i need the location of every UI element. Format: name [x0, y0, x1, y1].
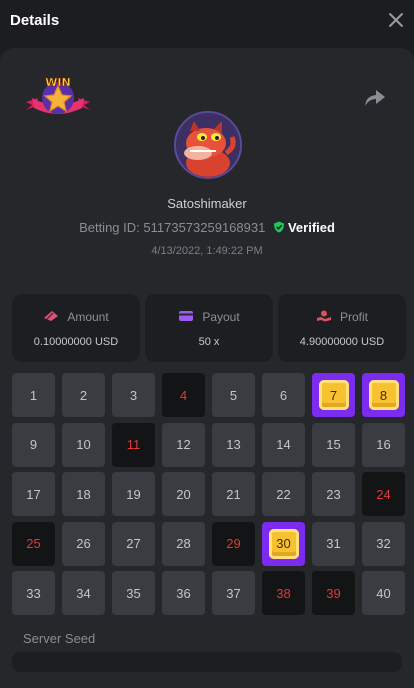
payout-icon [179, 311, 194, 321]
payout-card: Payout 50 x [145, 294, 273, 362]
grid-cell-14: 14 [262, 422, 305, 467]
grid-cell-21: 21 [212, 472, 255, 516]
grid-cell-12: 12 [162, 422, 205, 467]
grid-cell-32: 32 [362, 521, 405, 566]
verified-check-icon [273, 221, 284, 233]
share-icon[interactable] [364, 88, 386, 108]
profit-label: Profit [339, 310, 368, 324]
payout-value: 50 x [198, 336, 220, 348]
grid-cell-40: 40 [362, 571, 405, 615]
badge-text: WIN [45, 76, 70, 89]
grid-cell-18: 18 [62, 472, 105, 516]
grid-cell-24: 24 [362, 472, 405, 516]
grid-cell-9: 9 [12, 422, 55, 467]
grid-cell-37: 37 [212, 571, 255, 615]
grid-cell-26: 26 [62, 521, 105, 566]
profit-icon [316, 310, 331, 322]
grid-cell-13: 13 [212, 422, 255, 467]
betting-id: 51173573259168931 [143, 220, 266, 235]
profit-value: 4.90000000 USD [299, 336, 385, 348]
grid-cell-35: 35 [112, 571, 155, 615]
grid-cell-16: 16 [362, 422, 405, 467]
win-badge-icon: WIN [26, 76, 90, 114]
bet-date: 4/13/2022, 1:49:22 PM [151, 245, 263, 257]
grid-cell-15: 15 [312, 422, 355, 467]
grid-cell-28: 28 [162, 521, 205, 566]
grid-cell-38: 38 [262, 571, 305, 615]
grid-cell-10: 10 [62, 422, 105, 467]
server-seed-label: Server Seed [23, 631, 96, 646]
grid-cell-33: 33 [12, 571, 55, 615]
gem-icon: 8 [368, 380, 399, 410]
gem-icon: 30 [268, 528, 299, 559]
payout-label: Payout [202, 310, 240, 324]
betting-id-label: Betting ID: [79, 220, 140, 235]
grid-cell-23: 23 [312, 472, 355, 516]
number-grid: 1 2 3 4 5 6 7 8 9 10 11 12 13 14 15 16 17 18 19 20 21 22 23 24 2… [12, 373, 406, 615]
betting-id-line: Betting ID: 51173573259168931 Verified [0, 220, 414, 235]
avatar [174, 111, 242, 179]
amount-icon [44, 311, 59, 321]
grid-cell-4: 4 [162, 373, 205, 417]
grid-cell-25: 25 [12, 521, 55, 566]
grid-cell-20: 20 [162, 472, 205, 516]
grid-cell-6: 6 [262, 373, 305, 417]
amount-value: 0.10000000 USD [33, 336, 119, 348]
grid-cell-29: 29 [212, 521, 255, 566]
grid-cell-19: 19 [112, 472, 155, 516]
grid-cell-5: 5 [212, 373, 255, 417]
grid-cell-1: 1 [12, 373, 55, 417]
header: Details [0, 0, 414, 44]
username: Satoshimaker [167, 196, 247, 211]
grid-cell-22: 22 [262, 472, 305, 516]
grid-cell-27: 27 [112, 521, 155, 566]
grid-cell-36: 36 [162, 571, 205, 615]
server-seed-field [12, 652, 402, 672]
grid-cell-8: 8 [362, 373, 405, 417]
grid-cell-34: 34 [62, 571, 105, 615]
dragon-avatar-icon [176, 113, 240, 177]
amount-label: Amount [67, 310, 109, 324]
grid-cell-3: 3 [112, 373, 155, 417]
profit-card: Profit 4.90000000 USD [278, 294, 406, 362]
grid-cell-2: 2 [62, 373, 105, 417]
grid-cell-31: 31 [312, 521, 355, 566]
grid-cell-7: 7 [312, 373, 355, 417]
amount-card: Amount 0.10000000 USD [12, 294, 140, 362]
grid-cell-11: 11 [112, 422, 155, 467]
page-title: Details [10, 12, 60, 29]
grid-cell-17: 17 [12, 472, 55, 516]
close-icon[interactable] [386, 10, 406, 30]
grid-cell-30: 30 [262, 521, 305, 566]
gem-icon: 7 [318, 380, 349, 410]
verified-label: Verified [287, 220, 335, 235]
grid-cell-39: 39 [312, 571, 355, 615]
